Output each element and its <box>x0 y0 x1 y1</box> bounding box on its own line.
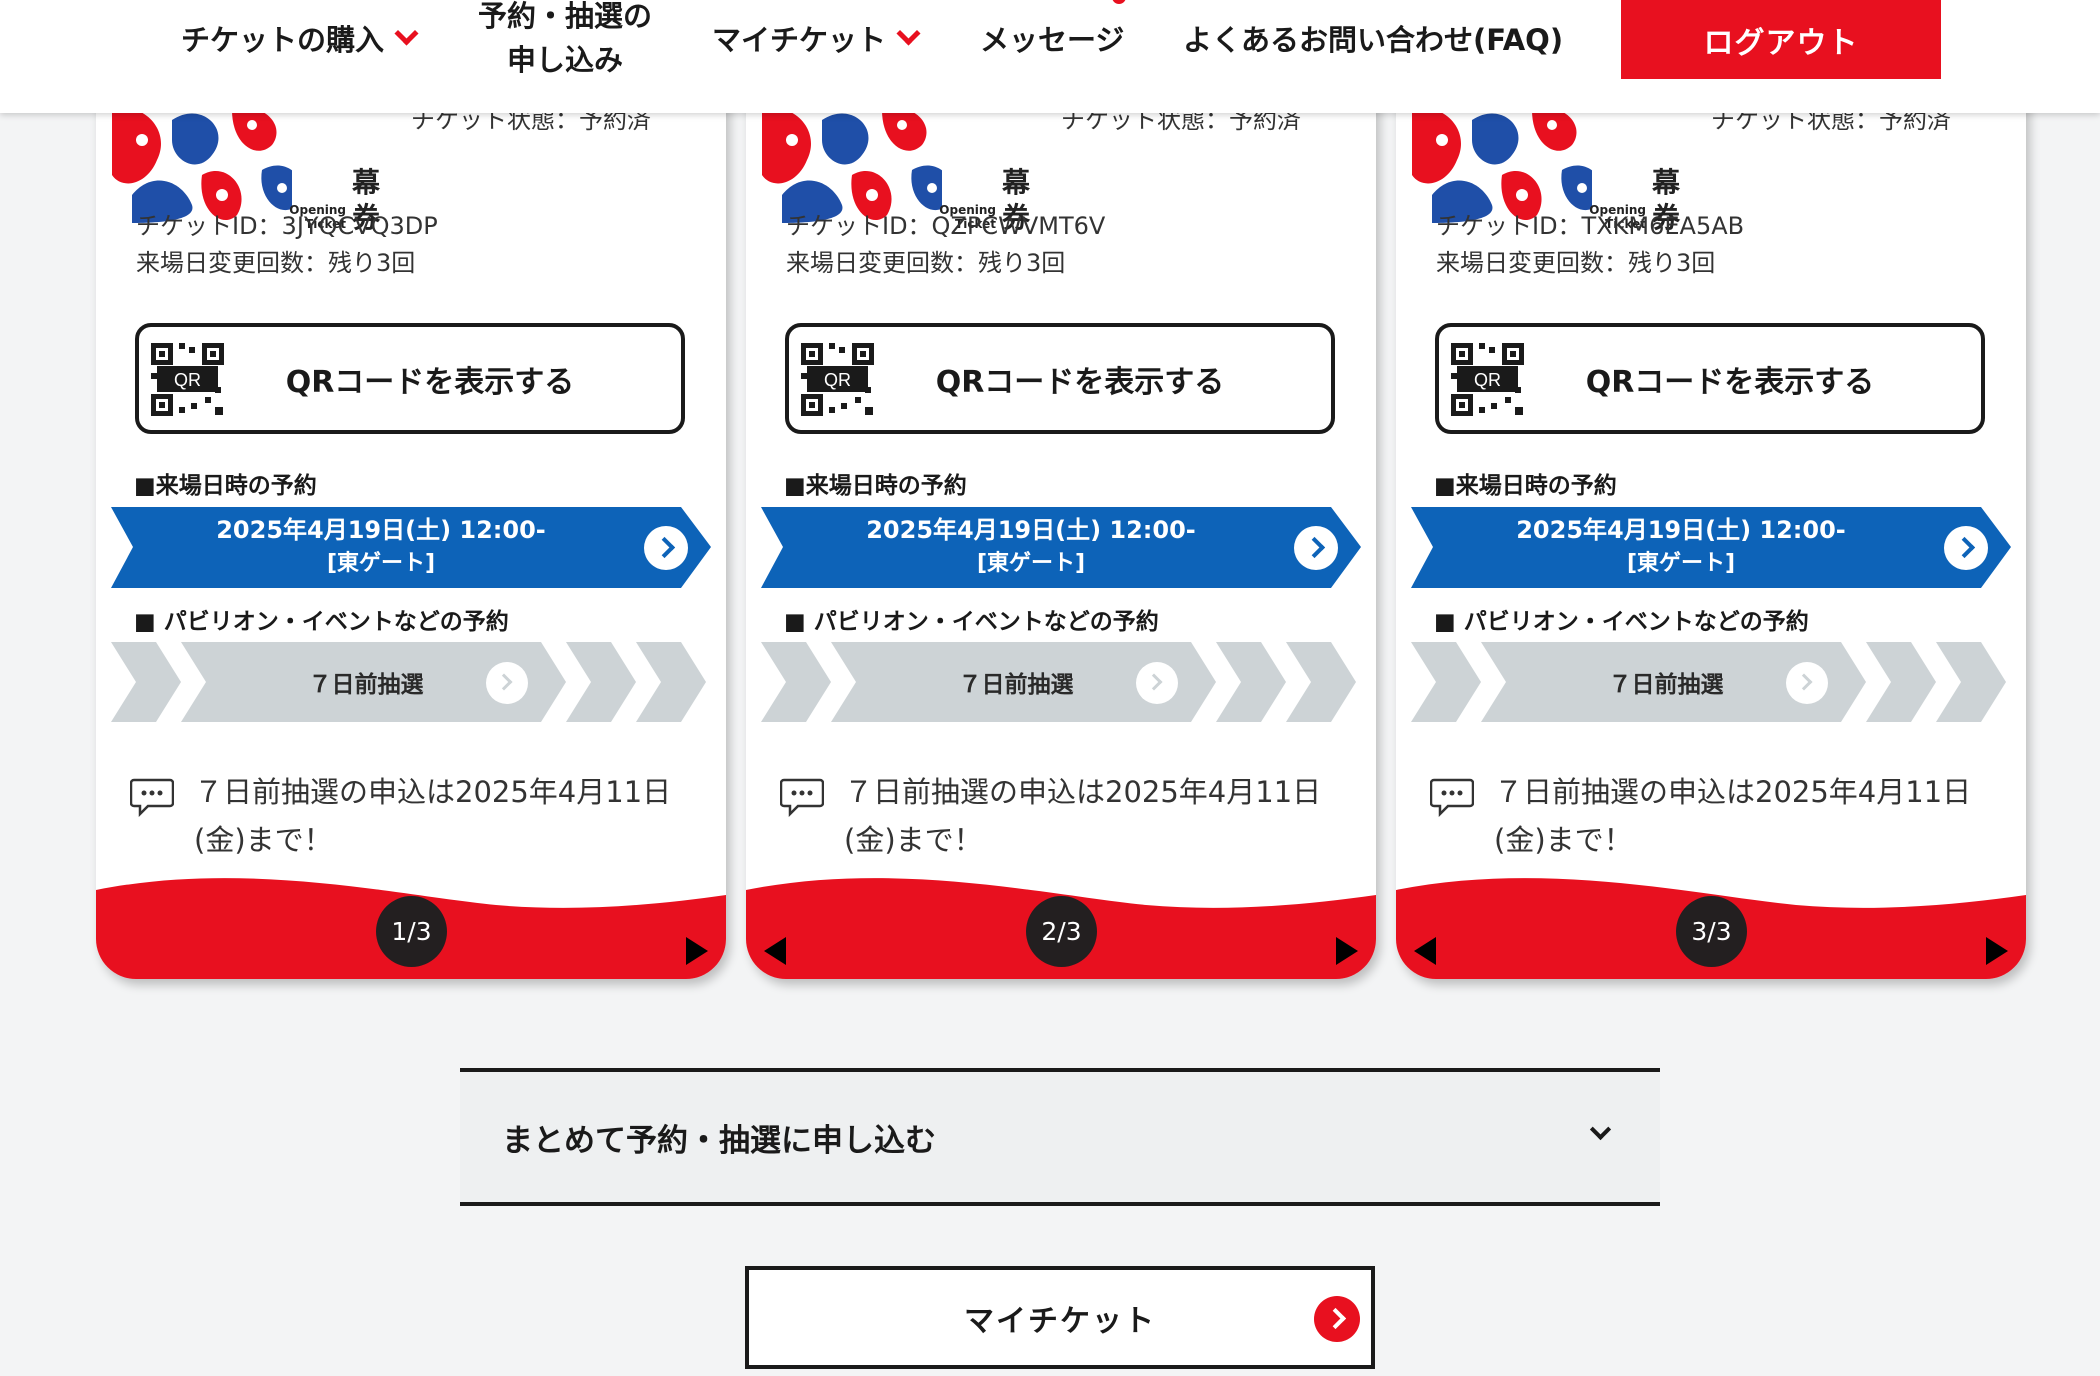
show-qr-button[interactable]: QR QRコードを表示する <box>135 323 685 434</box>
lottery-row[interactable]: ７日前抽選 <box>111 642 711 722</box>
my-ticket-button[interactable]: マイチケット <box>745 1266 1375 1369</box>
visit-reservation-title: ■来場日時の予約 <box>1434 473 1617 499</box>
ticket-card-1: Opening Ticket 幕 券 チケット状態：予約済 チケットID：3JY… <box>96 60 726 979</box>
page-indicator: 3/3 <box>1676 896 1747 967</box>
ticket-id: チケットID：QZPCWVMT6V <box>786 212 1106 240</box>
next-arrow-icon[interactable] <box>1986 937 2008 965</box>
ticket-art-label-jp-top: 幕 <box>352 166 381 199</box>
chat-bubble-icon <box>1430 778 1474 817</box>
page-indicator: 1/3 <box>376 896 447 967</box>
ticket-id: チケットID：3JYQCVQ3DP <box>136 212 438 240</box>
nav-reservations-line2: 申し込み <box>507 43 624 77</box>
card-footer: 1/3 <box>96 870 726 979</box>
lottery-deadline-notice: ７日前抽選の申込は2025年4月11日(金)まで！ <box>1494 775 1972 857</box>
visit-gate: [東ゲート] <box>326 551 436 576</box>
chevron-right-icon <box>486 662 528 704</box>
visit-gate: [東ゲート] <box>1626 551 1736 576</box>
notification-dot <box>1112 0 1126 4</box>
nav-faq[interactable]: よくあるお問い合わせ(FAQ) <box>1183 18 1563 58</box>
chat-bubble-icon <box>130 778 174 817</box>
chevron-right-icon <box>1314 1296 1360 1342</box>
card-footer: 2/3 <box>746 870 1376 979</box>
pavilion-reservation-title: ■ パビリオン・イベントなどの予約 <box>1434 609 1809 635</box>
show-qr-button[interactable]: QR QRコードを表示する <box>1435 323 1985 434</box>
ticket-card-2: Opening Ticket 幕 券 チケット状態：予約済 チケットID：QZP… <box>746 60 1376 979</box>
visit-date-banner[interactable]: 2025年4月19日(土) 12:00- [東ゲート] <box>1411 507 2011 588</box>
chevron-right-icon <box>644 526 688 570</box>
visit-date-banner[interactable]: 2025年4月19日(土) 12:00- [東ゲート] <box>761 507 1361 588</box>
date-change-count: 来場日変更回数：残り3回 <box>1436 249 1716 277</box>
bulk-reservation-accordion[interactable]: まとめて予約・抽選に申し込む <box>460 1068 1660 1206</box>
pavilion-reservation-title: ■ パビリオン・イベントなどの予約 <box>784 609 1159 635</box>
page-indicator: 2/3 <box>1026 896 1097 967</box>
ticket-art-label-jp-top: 幕 <box>1002 166 1031 199</box>
visit-reservation-title: ■来場日時の予約 <box>134 473 317 499</box>
site-header: チケットの購入 予約・抽選の 申し込み マイチケット メッセージ よくあるお問い… <box>0 0 2100 113</box>
lottery-row[interactable]: ７日前抽選 <box>761 642 1361 722</box>
nav-my-tickets[interactable]: マイチケット <box>712 18 921 58</box>
nav-messages[interactable]: メッセージ <box>980 18 1124 58</box>
chat-bubble-icon <box>780 778 824 817</box>
previous-arrow-icon[interactable] <box>764 937 786 965</box>
chevron-down-icon <box>1589 1118 1612 1141</box>
show-qr-button[interactable]: QR QRコードを表示する <box>785 323 1335 434</box>
chevron-right-icon <box>1786 662 1828 704</box>
chevron-down-icon <box>896 20 921 46</box>
chevron-down-icon <box>394 20 419 46</box>
ticket-art-label-jp-top: 幕 <box>1652 166 1681 199</box>
card-footer: 3/3 <box>1396 870 2026 979</box>
nav-faq-label: よくあるお問い合わせ(FAQ) <box>1183 23 1564 57</box>
bulk-reservation-label: まとめて予約・抽選に申し込む <box>502 1122 936 1159</box>
lottery-row[interactable]: ７日前抽選 <box>1411 642 2011 722</box>
next-arrow-icon[interactable] <box>686 937 708 965</box>
visit-date-banner[interactable]: 2025年4月19日(土) 12:00- [東ゲート] <box>111 507 711 588</box>
ticket-card-3: Opening Ticket 幕 券 チケット状態：予約済 チケットID：TXK… <box>1396 60 2026 979</box>
show-qr-label: QRコードを表示する <box>285 364 575 400</box>
show-qr-label: QRコードを表示する <box>1585 364 1875 400</box>
next-arrow-icon[interactable] <box>1336 937 1358 965</box>
chevron-right-icon <box>1136 662 1178 704</box>
my-ticket-label: マイチケット <box>964 1303 1156 1339</box>
logout-button[interactable]: ログアウト <box>1621 0 1941 79</box>
nav-messages-label: メッセージ <box>980 23 1125 57</box>
ticket-id: チケットID：TXKM6EA5AB <box>1436 212 1745 240</box>
visit-date: 2025年4月19日(土) 12:00- <box>216 516 546 544</box>
nav-buy-tickets[interactable]: チケットの購入 <box>181 18 419 58</box>
visit-reservation-title: ■来場日時の予約 <box>784 473 967 499</box>
pavilion-reservation-title: ■ パビリオン・イベントなどの予約 <box>134 609 509 635</box>
chevron-right-icon <box>1944 526 1988 570</box>
chevron-right-icon <box>1294 526 1338 570</box>
nav-my-tickets-label: マイチケット <box>712 23 887 57</box>
lottery-deadline-notice: ７日前抽選の申込は2025年4月11日(金)まで！ <box>844 775 1322 857</box>
date-change-count: 来場日変更回数：残り3回 <box>136 249 416 277</box>
visit-date: 2025年4月19日(土) 12:00- <box>1516 516 1846 544</box>
date-change-count: 来場日変更回数：残り3回 <box>786 249 1066 277</box>
visit-gate: [東ゲート] <box>976 551 1086 576</box>
nav-reservations[interactable]: 予約・抽選の 申し込み <box>478 0 652 82</box>
show-qr-label: QRコードを表示する <box>935 364 1225 400</box>
nav-reservations-line1: 予約・抽選の <box>478 0 653 33</box>
visit-date: 2025年4月19日(土) 12:00- <box>866 516 1196 544</box>
nav-buy-tickets-label: チケットの購入 <box>181 23 385 57</box>
previous-arrow-icon[interactable] <box>1414 937 1436 965</box>
lottery-deadline-notice: ７日前抽選の申込は2025年4月11日(金)まで！ <box>194 775 672 857</box>
